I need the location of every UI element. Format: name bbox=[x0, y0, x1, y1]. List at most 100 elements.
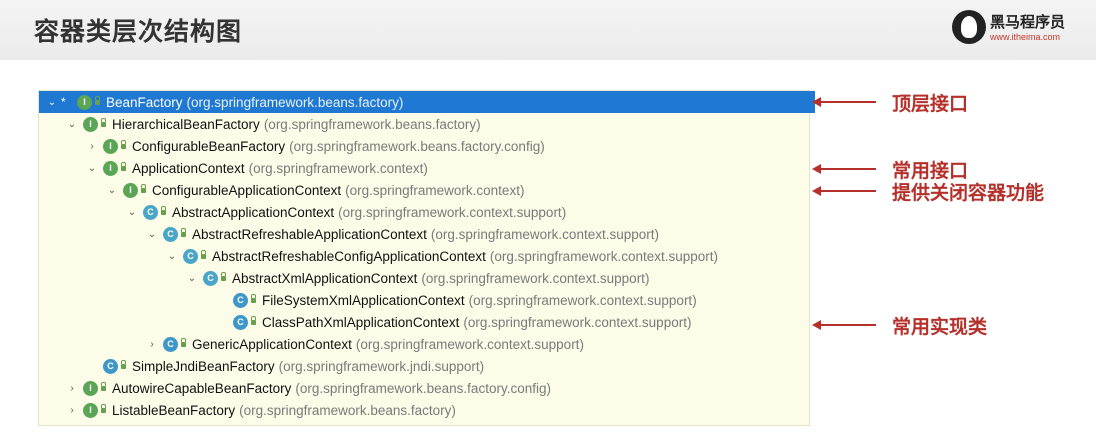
tree-row[interactable]: ⌄ C AbstractRefreshableApplicationContext(… bbox=[39, 223, 915, 245]
collapse-arrow-icon bbox=[85, 355, 99, 377]
annotation-arrow bbox=[812, 97, 876, 107]
interface-icon: I bbox=[123, 182, 138, 198]
type-name: GenericApplicationContext bbox=[192, 336, 352, 352]
tree-row[interactable]: › I ConfigurableBeanFactory (org.springfram… bbox=[39, 135, 855, 157]
interface-icon: I bbox=[103, 138, 118, 154]
type-package: (org.springframework.beans.factory) bbox=[263, 116, 481, 132]
collapse-arrow-icon[interactable]: ⌄ bbox=[185, 267, 199, 289]
brand-logo: 黑马程序员 www.itheima.com bbox=[952, 10, 1082, 50]
type-package: (org.springframework.context) bbox=[345, 182, 525, 198]
interface-icon: I bbox=[103, 160, 118, 176]
type-package: (org.springframework.context.support) bbox=[338, 204, 567, 220]
expand-arrow-icon[interactable]: › bbox=[85, 135, 99, 157]
expand-arrow-icon[interactable]: › bbox=[145, 333, 159, 355]
type-name: AutowireCapableBeanFactory bbox=[112, 380, 292, 396]
type-package: (org.springframework.context.support) bbox=[463, 314, 692, 330]
type-package: (org.springframework.beans.factory) bbox=[186, 94, 404, 110]
type-package: (org.springframework.beans.factory.confi… bbox=[295, 380, 551, 396]
type-package: (org.springframework.beans.factory) bbox=[239, 402, 456, 418]
type-package: (org.springframework.context) bbox=[248, 160, 428, 176]
tree-row[interactable]: ⌄ C AbstractRefreshableConfigApplicationCo… bbox=[39, 245, 935, 267]
tree-row[interactable]: › I AutowireCapableBeanFactory (org.springf… bbox=[39, 377, 835, 399]
type-name: HierarchicalBeanFactory bbox=[112, 116, 260, 132]
type-name: ConfigurableBeanFactory bbox=[132, 138, 286, 154]
access-lock-icon bbox=[101, 117, 106, 127]
type-name: AbstractRefreshableApplicationContext bbox=[192, 226, 427, 242]
interface-icon: I bbox=[77, 94, 92, 110]
logo-url: www.itheima.com bbox=[990, 32, 1061, 42]
type-package: (org.springframework.context.support) bbox=[355, 336, 584, 352]
root-marker: * bbox=[61, 95, 66, 109]
logo-icon bbox=[952, 10, 986, 44]
interface-icon: I bbox=[83, 116, 98, 132]
type-hierarchy-tree: ⌄ * I BeanFactory (org.springframework.beans… bbox=[38, 90, 815, 426]
access-lock-icon bbox=[95, 95, 100, 105]
access-lock-icon bbox=[181, 337, 186, 347]
access-lock-icon bbox=[101, 381, 106, 391]
title-bar: 容器类层次结构图 黑马程序员 www.itheima.com bbox=[0, 0, 1096, 60]
collapse-arrow-icon[interactable]: ⌄ bbox=[65, 113, 79, 135]
type-package: (org.springframework.context.support) bbox=[489, 248, 718, 264]
type-package: (org.springframework.context.support) bbox=[421, 270, 650, 286]
logo-name: 黑马程序员 bbox=[990, 13, 1066, 31]
tree-row[interactable]: ⌄ C AbstractApplicationContext (org.springf… bbox=[39, 201, 895, 223]
annotation-arrow bbox=[812, 186, 876, 196]
expand-arrow-icon[interactable]: › bbox=[65, 399, 79, 421]
collapse-arrow-icon[interactable]: ⌄ bbox=[145, 223, 159, 245]
collapse-arrow-icon[interactable]: ⌄ bbox=[85, 157, 99, 179]
type-name: AbstractRefreshableConfigApplicationCont… bbox=[212, 248, 486, 264]
interface-icon: I bbox=[83, 380, 98, 396]
access-lock-icon bbox=[141, 183, 146, 193]
collapse-arrow-icon[interactable]: ⌄ bbox=[165, 245, 179, 267]
tree-row[interactable]: C ClassPathXmlApplicationContext (org.spri… bbox=[39, 311, 985, 333]
collapse-arrow-icon[interactable]: ⌄ bbox=[125, 201, 139, 223]
access-lock-icon bbox=[221, 271, 226, 281]
abstract-class-icon: C bbox=[143, 204, 158, 220]
class-icon: C bbox=[233, 314, 248, 330]
collapse-arrow-icon bbox=[215, 311, 229, 333]
access-lock-icon bbox=[101, 403, 106, 413]
abstract-class-icon: C bbox=[203, 270, 218, 286]
abstract-class-icon: C bbox=[163, 226, 178, 242]
interface-icon: I bbox=[83, 402, 98, 418]
annotation-label: 常用实现类 bbox=[892, 316, 988, 338]
tree-row[interactable]: ⌄ I ConfigurableApplicationContext (org.spr… bbox=[39, 179, 875, 201]
access-lock-icon bbox=[121, 359, 126, 369]
access-lock-icon bbox=[251, 293, 256, 303]
type-name: BeanFactory bbox=[106, 94, 183, 110]
access-lock-icon bbox=[121, 139, 126, 149]
class-icon: C bbox=[103, 358, 118, 374]
tree-row[interactable]: ⌄ * I BeanFactory (org.springframework.beans… bbox=[39, 91, 815, 113]
collapse-arrow-icon bbox=[215, 289, 229, 311]
type-name: SimpleJndiBeanFactory bbox=[132, 358, 275, 374]
annotation-label: 提供关闭容器功能 bbox=[892, 182, 1045, 204]
tree-row[interactable]: ⌄ I HierarchicalBeanFactory (org.springfram… bbox=[39, 113, 835, 135]
access-lock-icon bbox=[201, 249, 206, 259]
type-name: FileSystemXmlApplicationContext bbox=[262, 292, 465, 308]
collapse-arrow-icon[interactable]: ⌄ bbox=[105, 179, 119, 201]
abstract-class-icon: C bbox=[183, 248, 198, 264]
type-name: AbstractApplicationContext bbox=[172, 204, 335, 220]
tree-row[interactable]: C FileSystemXmlApplicationContext (org.spr… bbox=[39, 289, 985, 311]
access-lock-icon bbox=[181, 227, 186, 237]
tree-row[interactable]: ⌄ I ApplicationContext (org.springframework… bbox=[39, 157, 855, 179]
access-lock-icon bbox=[121, 161, 126, 171]
tree-row[interactable]: C SimpleJndiBeanFactory (org.springframewo… bbox=[39, 355, 855, 377]
type-package: (org.springframework.beans.factory.confi… bbox=[289, 138, 545, 154]
tree-row[interactable]: › I ListableBeanFactory (org.springframewor… bbox=[39, 399, 835, 421]
collapse-arrow-icon[interactable]: ⌄ bbox=[45, 91, 59, 113]
annotation-arrow bbox=[812, 164, 876, 174]
type-package: (org.springframework.context.support) bbox=[430, 226, 659, 242]
type-name: ApplicationContext bbox=[132, 160, 245, 176]
expand-arrow-icon[interactable]: › bbox=[65, 377, 79, 399]
type-package: (org.springframework.jndi.support) bbox=[278, 358, 485, 374]
page-title: 容器类层次结构图 bbox=[34, 17, 243, 46]
tree-row[interactable]: ⌄ C AbstractXmlApplicationContext (org.spri… bbox=[39, 267, 955, 289]
type-name: AbstractXmlApplicationContext bbox=[232, 270, 418, 286]
tree-row[interactable]: › C GenericApplicationContext (org.springfr… bbox=[39, 333, 915, 355]
type-name: ClassPathXmlApplicationContext bbox=[262, 314, 460, 330]
class-icon: C bbox=[163, 336, 178, 352]
annotation-label: 顶层接口 bbox=[892, 93, 969, 115]
type-name: ListableBeanFactory bbox=[112, 402, 236, 418]
access-lock-icon bbox=[161, 205, 166, 215]
